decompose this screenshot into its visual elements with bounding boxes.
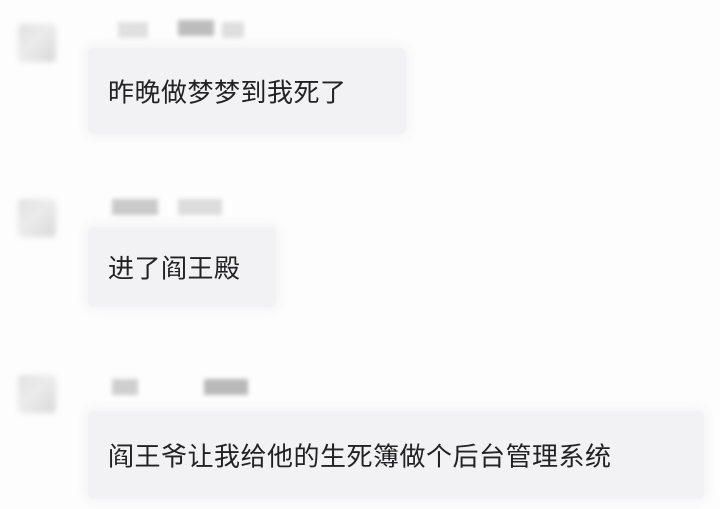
message-text: 阎王爷让我给他的生死簿做个后台管理系统 (108, 442, 612, 473)
chat-message: 进了阎王殿 (0, 185, 720, 315)
message-text: 昨晚做梦梦到我死了 (108, 78, 347, 109)
message-text: 进了阎王殿 (108, 254, 241, 285)
message-bubble[interactable]: 昨晚做梦梦到我死了 (88, 48, 406, 134)
avatar[interactable] (18, 199, 56, 237)
chat-thread: 昨晚做梦梦到我死了 进了阎王殿 阎王爷让我给他的生死簿做个后台管理系统 (0, 0, 720, 509)
message-bubble[interactable]: 进了阎王殿 (88, 227, 276, 307)
chat-message: 昨晚做梦梦到我死了 (0, 10, 720, 140)
avatar[interactable] (18, 375, 56, 413)
avatar[interactable] (18, 24, 56, 62)
chat-message: 阎王爷让我给他的生死簿做个后台管理系统 (0, 365, 720, 505)
message-bubble[interactable]: 阎王爷让我给他的生死簿做个后台管理系统 (88, 411, 704, 499)
